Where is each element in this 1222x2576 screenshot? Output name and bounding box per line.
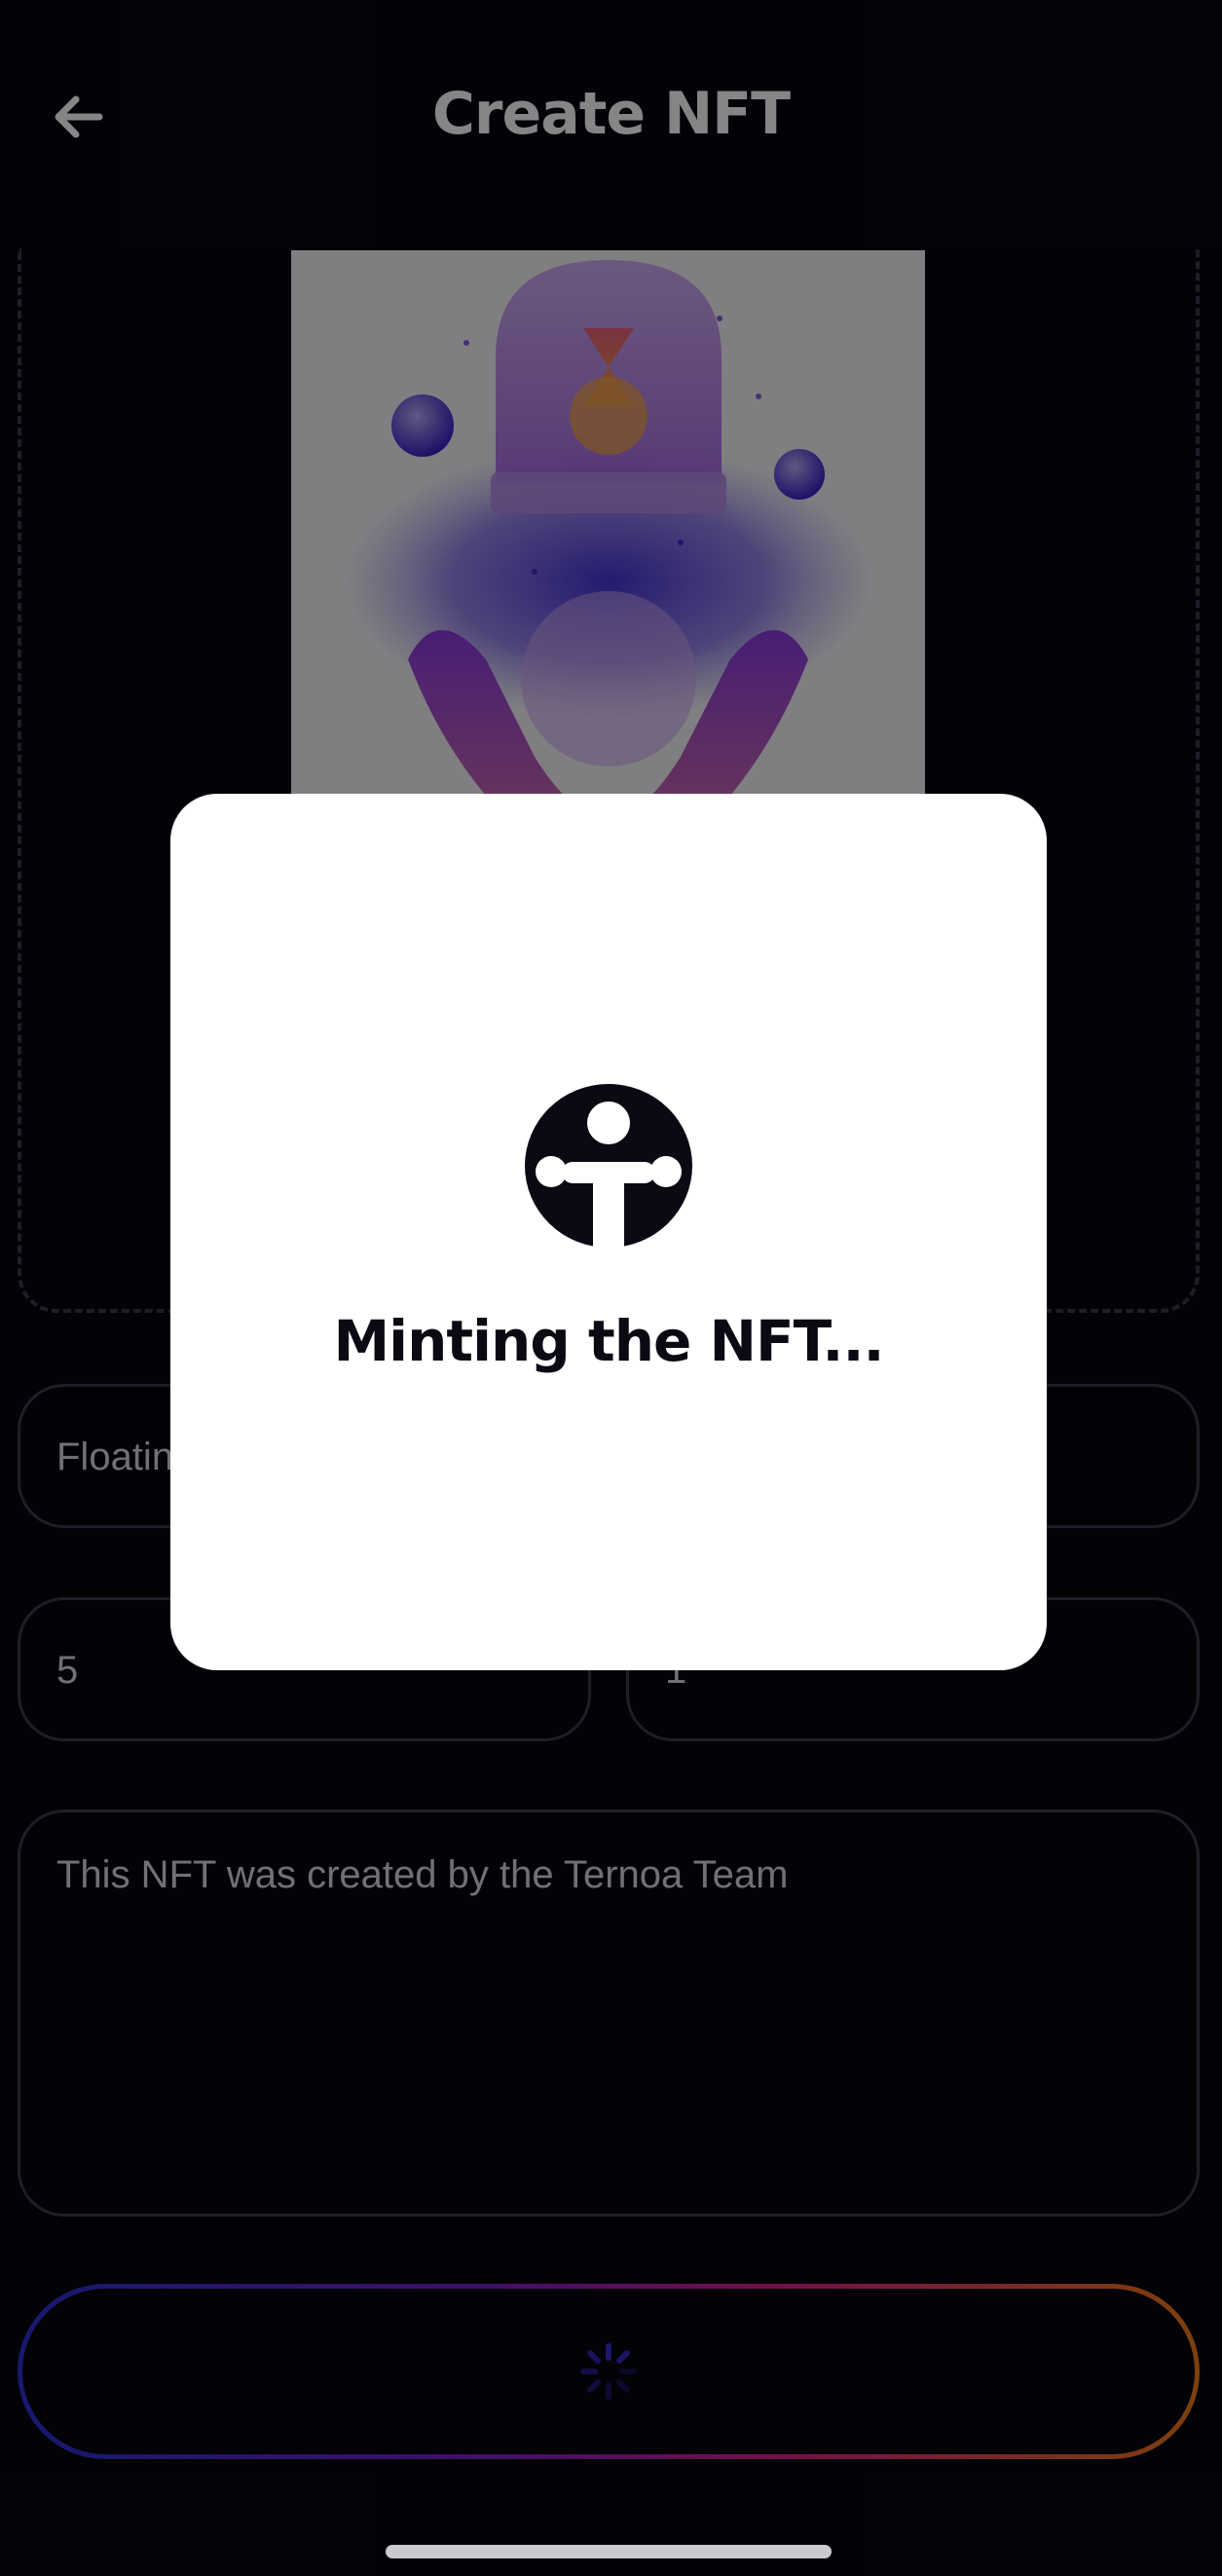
- home-indicator: [386, 2545, 832, 2558]
- ternoa-logo-icon: [525, 1084, 692, 1248]
- create-nft-screen: Create NFT Floatin 5 1 This NFT was crea…: [0, 0, 1222, 2576]
- minting-message: Minting the NFT...: [333, 1308, 884, 1374]
- minting-modal: Minting the NFT...: [170, 794, 1047, 1670]
